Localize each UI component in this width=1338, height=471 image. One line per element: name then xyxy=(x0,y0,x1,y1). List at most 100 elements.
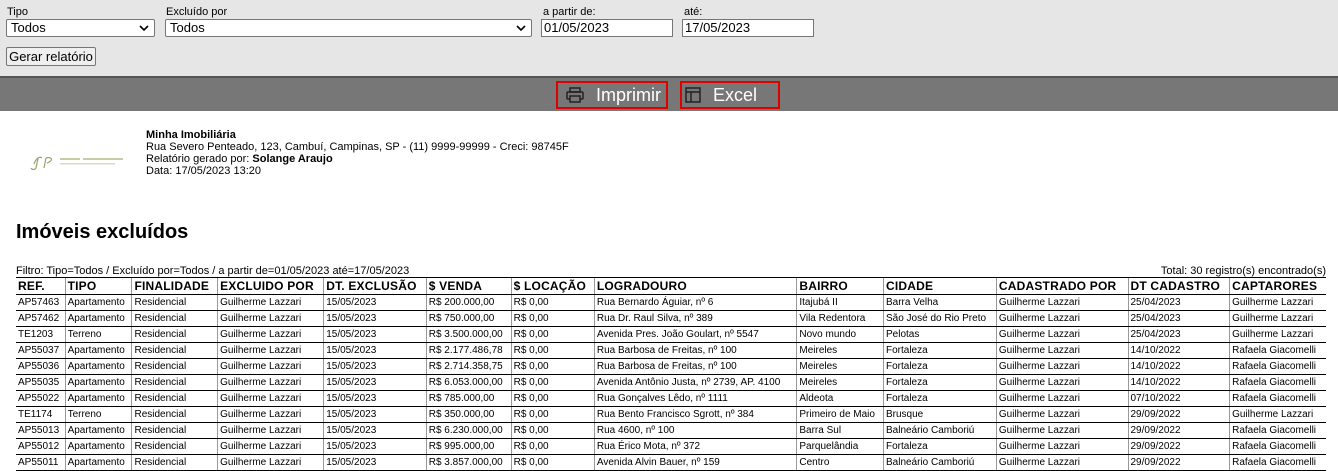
company-name: Minha Imobiliária xyxy=(146,129,236,141)
excel-button-label: Excel xyxy=(713,85,758,105)
column-header: CIDADE xyxy=(882,277,997,295)
table-cell: Fortaleza xyxy=(882,438,997,455)
date-to-label: até: xyxy=(684,6,703,18)
table-cell: R$ 3.857.000,00 xyxy=(425,454,512,471)
table-cell: R$ 750.000,00 xyxy=(425,310,512,327)
column-header: DT CADASTRO xyxy=(1127,277,1230,295)
table-cell: Rua Gonçalves Lêdo, nº 1111 xyxy=(593,390,797,407)
table-row: AP57462 Apartamento Residencial Guilherme L… xyxy=(16,310,1326,327)
table-cell: Avenida Pres. João Goulart, nº 5547 xyxy=(593,326,797,343)
table-cell: Guilherme Lazzari xyxy=(217,310,324,327)
table-cell: Vila Redentora xyxy=(796,310,884,327)
table-cell: R$ 6.053.000,00 xyxy=(425,374,512,391)
table-cell: Guilherme Lazzari xyxy=(217,342,324,359)
table-cell: TE1174 xyxy=(16,406,66,423)
table-cell: R$ 0,00 xyxy=(510,326,595,343)
table-cell: Pelotas xyxy=(882,326,997,343)
column-header: TIPO xyxy=(64,277,132,295)
tipo-select-value: Todos xyxy=(11,20,46,35)
table-cell: Guilherme Lazzari xyxy=(995,358,1128,375)
table-cell: Barra Velha xyxy=(882,294,997,311)
table-cell: Fortaleza xyxy=(882,390,997,407)
table-cell: AP55012 xyxy=(16,438,66,455)
table-cell: Balneário Camboriú xyxy=(882,454,997,471)
table-cell: Rua Dr. Raul Silva, nº 389 xyxy=(593,310,797,327)
table-cell: R$ 0,00 xyxy=(510,310,595,327)
table-cell: R$ 6.230.000,00 xyxy=(425,422,512,439)
excluido-por-select-value: Todos xyxy=(170,20,205,35)
table-cell: 25/04/2023 xyxy=(1127,310,1230,327)
table-cell: São José do Rio Preto xyxy=(882,310,997,327)
table-cell: Meireles xyxy=(796,374,884,391)
print-button[interactable]: Imprimir xyxy=(556,81,668,109)
table-cell: Brusque xyxy=(882,406,997,423)
table-cell: Guilherme Lazzari xyxy=(995,310,1128,327)
table-cell: Guilherme Lazzari xyxy=(217,422,324,439)
column-header: REF. xyxy=(16,277,66,295)
table-cell: TE1203 xyxy=(16,326,66,343)
table-cell: R$ 0,00 xyxy=(510,454,595,471)
table-cell: 15/05/2023 xyxy=(323,374,427,391)
table-cell: Guilherme Lazzari xyxy=(217,294,324,311)
table-cell: R$ 0,00 xyxy=(510,294,595,311)
date-to-input[interactable]: 17/05/2023 xyxy=(682,19,814,37)
table-cell: AP55013 xyxy=(16,422,66,439)
table-cell: R$ 0,00 xyxy=(510,422,595,439)
table-cell: 29/09/2022 xyxy=(1127,438,1230,455)
table-cell: 29/09/2022 xyxy=(1127,406,1230,423)
table-cell: Residencial xyxy=(131,438,218,455)
table-cell: Meireles xyxy=(796,358,884,375)
tipo-select[interactable]: Todos xyxy=(6,19,155,37)
table-cell: 14/10/2022 xyxy=(1127,358,1230,375)
column-header: LOGRADOURO xyxy=(593,277,797,295)
table-cell: Apartamento xyxy=(64,454,132,471)
generated-by-name: Solange Araujo xyxy=(252,153,333,165)
table-cell: Rua Barbosa de Freitas, nº 100 xyxy=(593,342,797,359)
table-cell: Residencial xyxy=(131,406,218,423)
table-cell: Residencial xyxy=(131,454,218,471)
excluido-por-select[interactable]: Todos xyxy=(165,19,532,37)
table-cell: Apartamento xyxy=(64,310,132,327)
table-cell: Rafaela Giacomelli xyxy=(1229,374,1326,391)
table-icon xyxy=(685,87,701,103)
table-cell: Rua Bento Francisco Sgrott, nº 384 xyxy=(593,406,797,423)
excluido-por-label: Excluído por xyxy=(166,6,228,18)
table-cell: Residencial xyxy=(131,310,218,327)
generate-report-button[interactable]: Gerar relatório xyxy=(6,47,96,66)
table-cell: AP55022 xyxy=(16,390,66,407)
table-cell: Guilherme Lazzari xyxy=(1229,406,1326,423)
generated-by-line: Relatório gerado por: Solange Araujo xyxy=(146,153,569,165)
table-cell: 15/05/2023 xyxy=(323,310,427,327)
table-cell: Apartamento xyxy=(64,294,132,311)
table-cell: Barra Sul xyxy=(796,422,884,439)
table-cell: Guilherme Lazzari xyxy=(217,406,324,423)
table-cell: AP55011 xyxy=(16,454,66,471)
excel-button[interactable]: Excel xyxy=(680,81,780,109)
filter-panel: Tipo Todos Excluído por Todos a partir d… xyxy=(0,0,1338,76)
table-cell: R$ 995.000,00 xyxy=(425,438,512,455)
company-address: Rua Severo Penteado, 123, Cambuí, Campin… xyxy=(146,141,569,153)
table-cell: Guilherme Lazzari xyxy=(995,294,1128,311)
column-header: CADASTRADO POR xyxy=(995,277,1128,295)
table-row: AP55022 Apartamento Residencial Guilherme L… xyxy=(16,390,1326,407)
table-cell: Primeiro de Maio xyxy=(796,406,884,423)
table-cell: Rafaela Giacomelli xyxy=(1229,390,1326,407)
table-cell: 29/09/2022 xyxy=(1127,422,1230,439)
table-cell: Meireles xyxy=(796,342,884,359)
table-cell: Residencial xyxy=(131,390,218,407)
table-cell: Guilherme Lazzari xyxy=(217,326,324,343)
table-cell: Guilherme Lazzari xyxy=(995,374,1128,391)
table-cell: Apartamento xyxy=(64,390,132,407)
table-cell: Terreno xyxy=(64,326,132,343)
table-cell: 15/05/2023 xyxy=(323,326,427,343)
table-cell: Guilherme Lazzari xyxy=(995,454,1128,471)
table-cell: Avenida Alvin Bauer, nº 159 xyxy=(593,454,797,471)
table-cell: Residencial xyxy=(131,294,218,311)
table-cell: Guilherme Lazzari xyxy=(1229,310,1326,327)
table-cell: R$ 200.000,00 xyxy=(425,294,512,311)
report-title: Imóveis excluídos xyxy=(16,221,189,243)
table-cell: 15/05/2023 xyxy=(323,438,427,455)
table-cell: Terreno xyxy=(64,406,132,423)
date-from-input[interactable]: 01/05/2023 xyxy=(541,19,673,37)
table-cell: Fortaleza xyxy=(882,342,997,359)
